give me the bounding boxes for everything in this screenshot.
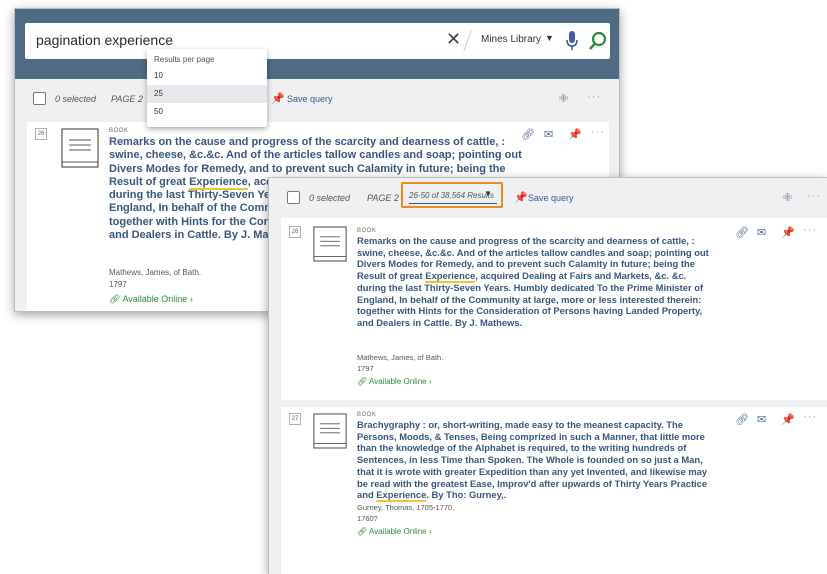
chevron-down-icon[interactable]: ▼ <box>545 33 554 43</box>
search-scope-label[interactable]: Mines Library <box>481 34 541 45</box>
pin-icon[interactable]: 📌 <box>568 128 582 141</box>
available-online-link[interactable]: 🔗︎ Available Online › <box>357 377 432 386</box>
result-type: BOOK <box>357 228 377 234</box>
select-all-checkbox[interactable] <box>287 191 300 204</box>
search-box[interactable]: pagination experience ✕ Mines Library ▼ <box>25 23 610 59</box>
results-range-selector[interactable]: 26-50 of 38,564 Results ▼ <box>401 182 503 208</box>
result-year: 1797 <box>357 364 374 373</box>
more-options-icon[interactable]: ··· <box>591 126 605 138</box>
screenshot-stage: pagination experience ✕ Mines Library ▼ … <box>0 0 827 574</box>
result-author: Mathews, James, of Bath. <box>357 353 444 362</box>
results-per-page-title: Results per page <box>154 55 215 64</box>
result-card[interactable]: 27 BOOK Brachygraphy : or, short-writing… <box>281 407 827 574</box>
microphone-icon[interactable] <box>565 30 579 52</box>
selected-count: 0 selected <box>309 193 351 203</box>
result-title[interactable]: Brachygraphy : or, short-writing, made e… <box>357 419 747 503</box>
chevron-down-icon[interactable]: ▼ <box>484 189 492 198</box>
more-options-icon[interactable]: ··· <box>807 190 821 202</box>
search-input[interactable]: pagination experience <box>36 32 173 48</box>
page-indicator: PAGE 2 <box>367 193 399 203</box>
result-type: BOOK <box>109 128 129 134</box>
result-number: 26 <box>289 226 301 238</box>
page-indicator: PAGE 2 <box>111 94 143 104</box>
search-header: pagination experience ✕ Mines Library ▼ <box>15 9 619 79</box>
save-query-button[interactable]: Save query <box>528 193 574 203</box>
results-per-page-dropdown[interactable]: Results per page 10 25 50 <box>147 49 267 127</box>
pin-icon[interactable]: 📌 <box>781 413 795 426</box>
result-author: Gurney, Thomas, 1705-1770. <box>357 503 455 512</box>
results-per-page-option-10[interactable]: 10 <box>147 67 267 85</box>
link-icon[interactable]: 🔗︎ <box>521 128 535 141</box>
results-per-page-option-25[interactable]: 25 <box>147 85 267 103</box>
more-options-icon[interactable]: ··· <box>803 224 817 236</box>
result-year: 1797 <box>109 280 127 289</box>
book-icon <box>313 226 347 262</box>
results-range-text: 26-50 of 38,564 Results <box>409 191 494 200</box>
more-options-icon[interactable]: ··· <box>803 411 817 423</box>
result-year: 1760? <box>357 514 378 523</box>
pin-icon[interactable]: 📌 <box>781 226 795 239</box>
pin-icon[interactable]: ✙ <box>783 191 792 204</box>
book-icon <box>313 413 347 449</box>
email-icon[interactable]: ✉ <box>757 226 766 239</box>
results-toolbar: 0 selected PAGE 2 📌 Save query ✙ ··· <box>15 79 619 119</box>
result-type: BOOK <box>357 412 377 418</box>
available-online-link[interactable]: 🔗︎ Available Online › <box>357 527 432 536</box>
available-online-link[interactable]: 🔗︎ Available Online › <box>109 294 193 305</box>
result-number: 26 <box>35 128 47 140</box>
pin-icon[interactable]: ✙ <box>559 92 568 105</box>
result-number: 27 <box>289 413 301 425</box>
select-all-checkbox[interactable] <box>33 92 46 105</box>
selected-count: 0 selected <box>55 94 97 104</box>
link-icon[interactable]: 🔗︎ <box>735 413 749 426</box>
email-icon[interactable]: ✉ <box>757 413 766 426</box>
link-icon[interactable]: 🔗︎ <box>735 226 749 239</box>
results-per-page-option-50[interactable]: 50 <box>147 103 267 121</box>
save-query-button[interactable]: Save query <box>287 94 333 104</box>
pin-icon[interactable]: 📌 <box>514 191 528 204</box>
search-panel-front: 0 selected PAGE 2 26-50 of 38,564 Result… <box>268 177 827 574</box>
search-separator <box>463 30 472 52</box>
results-range-underline <box>409 203 497 204</box>
result-card[interactable]: 26 BOOK Remarks on the cause and progres… <box>281 218 827 400</box>
search-icon[interactable] <box>588 30 608 52</box>
pin-icon[interactable]: 📌 <box>271 92 285 105</box>
email-icon[interactable]: ✉ <box>544 128 553 141</box>
clear-search-icon[interactable]: ✕ <box>446 29 461 50</box>
book-icon <box>61 128 99 168</box>
more-options-icon[interactable]: ··· <box>587 91 601 103</box>
result-author: Mathews, James, of Bath. <box>109 268 202 277</box>
result-title[interactable]: Remarks on the cause and progress of the… <box>357 235 737 329</box>
